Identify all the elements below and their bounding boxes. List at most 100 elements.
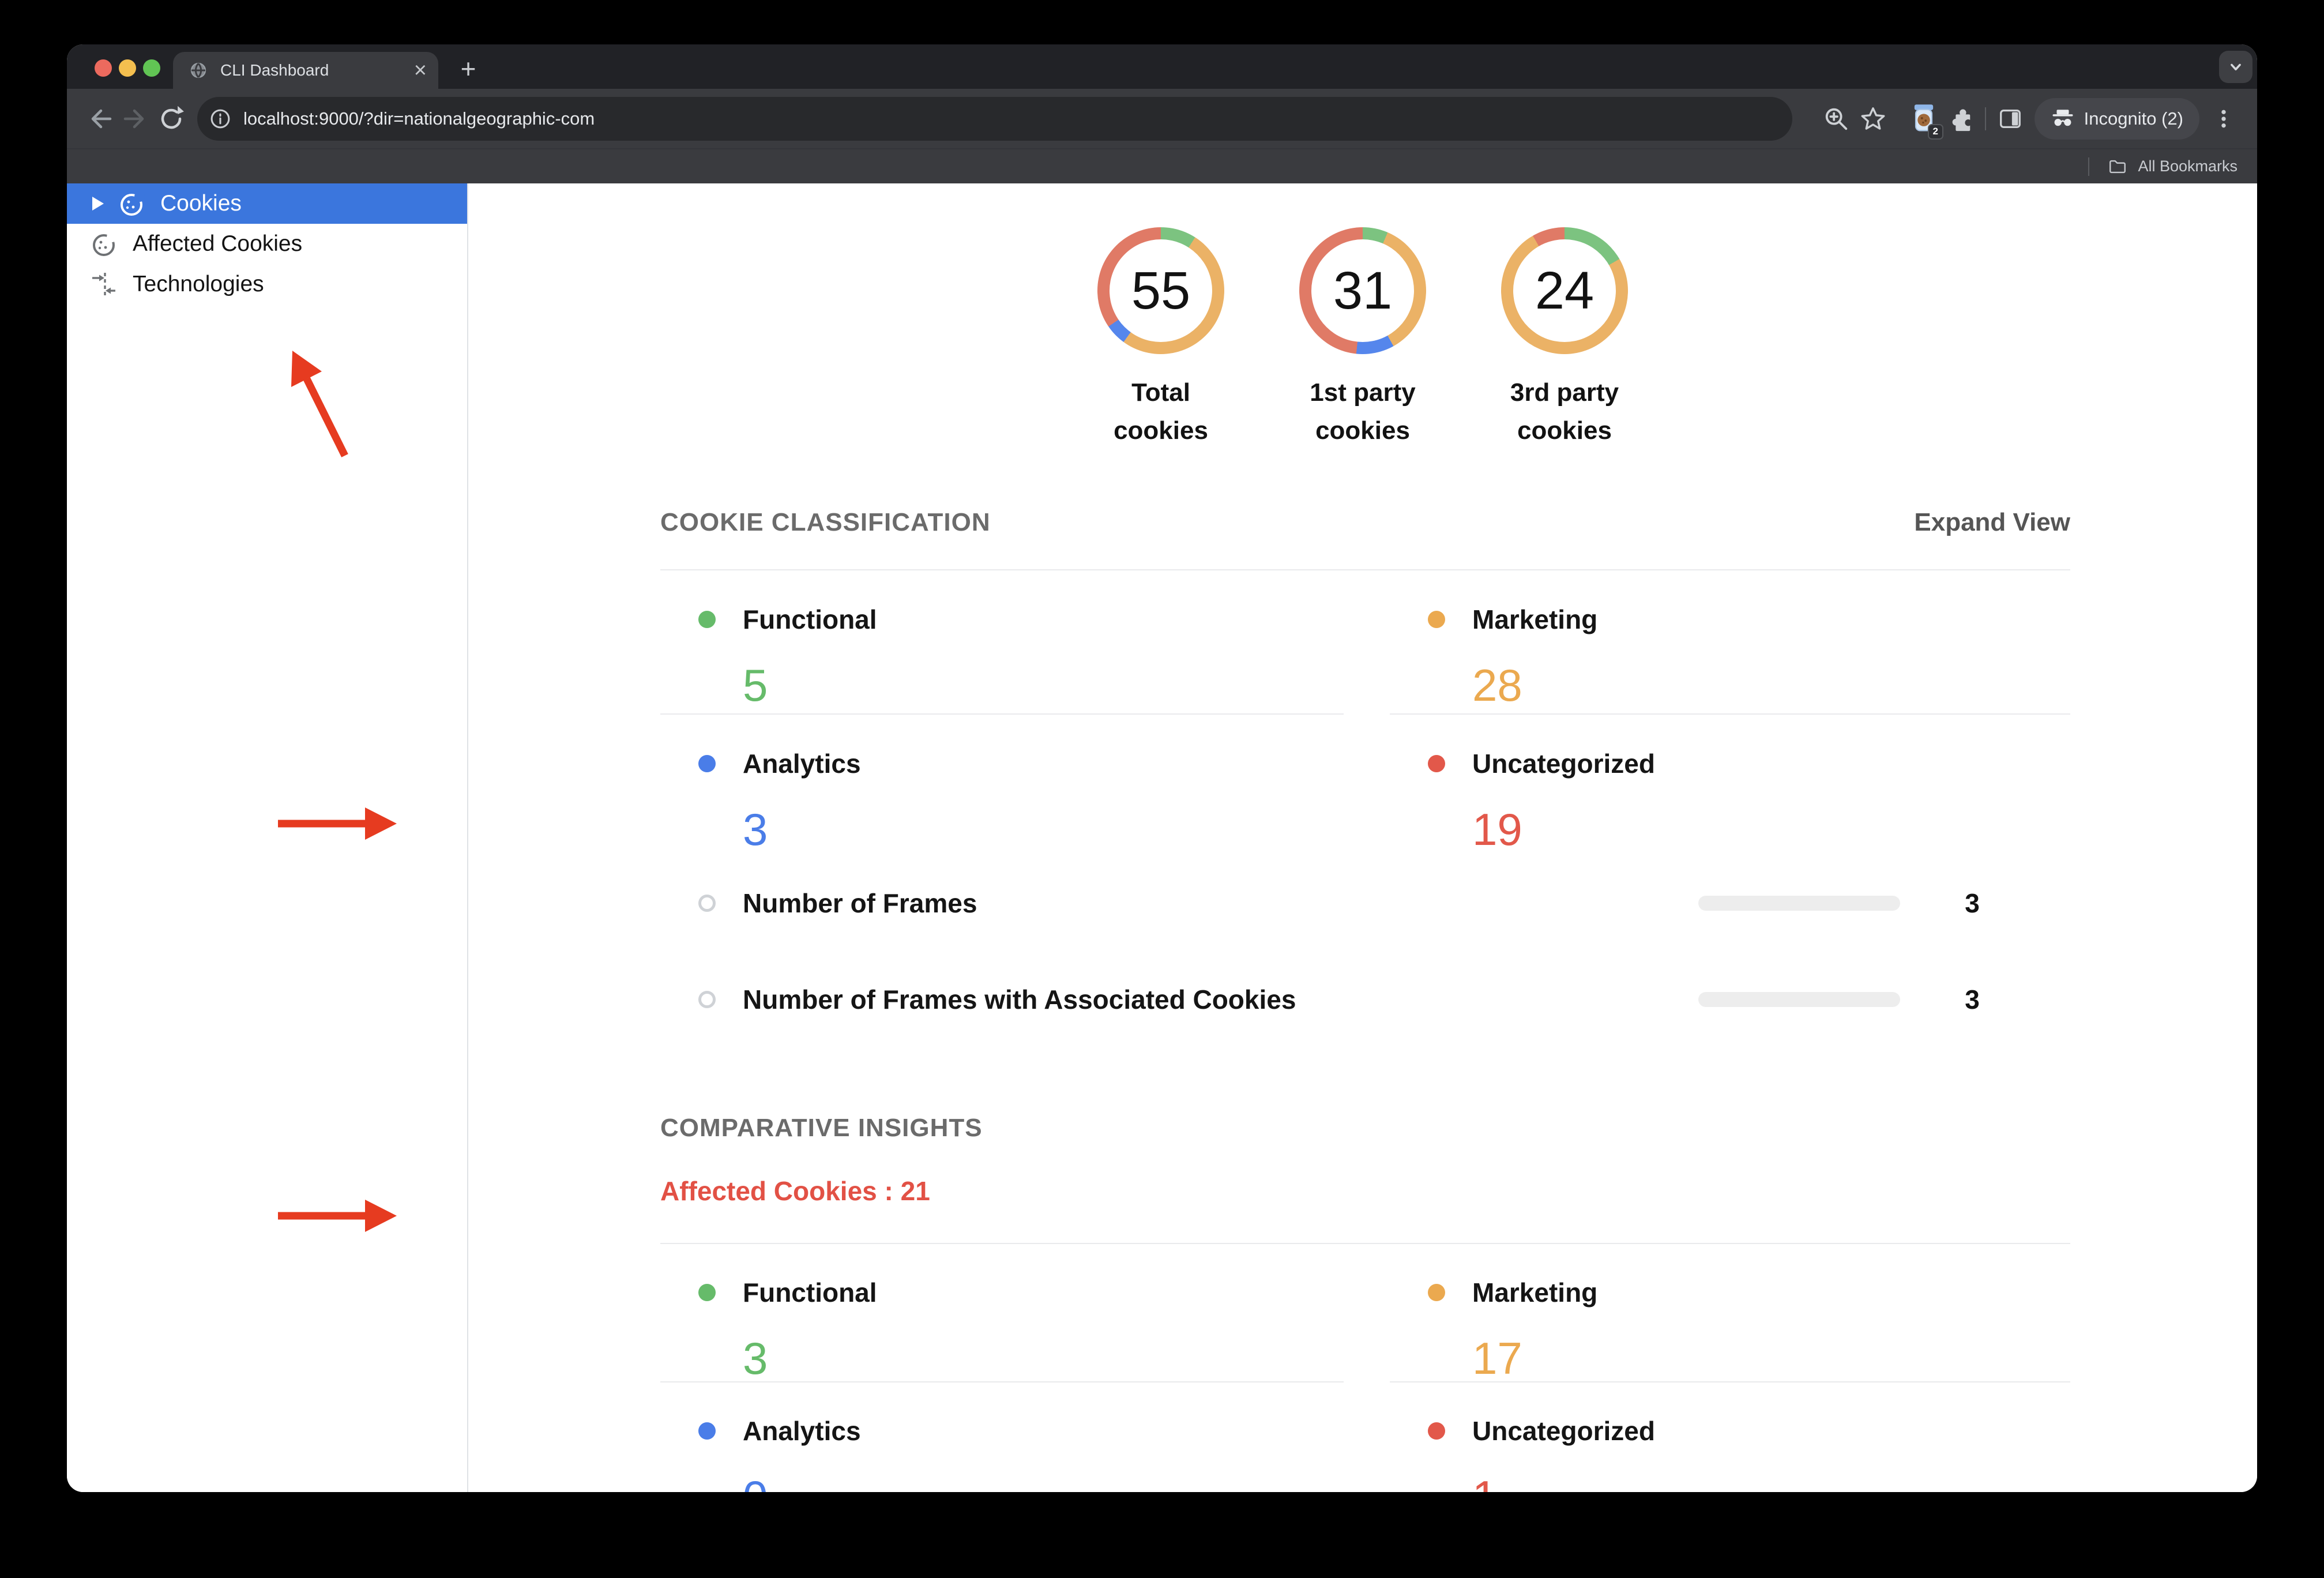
incognito-label: Incognito (2) bbox=[2084, 108, 2183, 129]
cookie-icon bbox=[89, 229, 119, 259]
annotation-arrow-right-comparative bbox=[271, 1193, 409, 1239]
side-panel-icon[interactable] bbox=[1992, 100, 2029, 137]
browser-tab[interactable]: CLI Dashboard × bbox=[173, 52, 438, 89]
category-label: Analytics bbox=[743, 749, 861, 779]
frames-label: Number of Frames with Associated Cookies bbox=[743, 985, 1296, 1015]
technologies-icon bbox=[89, 269, 119, 299]
classification-grid: Functional 5 Marketing 28 Analytics 3 Un… bbox=[660, 569, 2070, 859]
category-label: Analytics bbox=[743, 1416, 861, 1446]
window-controls[interactable] bbox=[95, 59, 160, 77]
category-value: 0 bbox=[743, 1471, 1344, 1492]
sidebar-item-label: Technologies bbox=[133, 272, 264, 296]
new-tab-button[interactable]: + bbox=[452, 52, 484, 85]
toolbar-divider bbox=[1984, 107, 1986, 130]
donut-label: 3rd party cookies bbox=[1510, 378, 1619, 445]
donut-label: 1st party cookies bbox=[1310, 378, 1416, 445]
incognito-badge[interactable]: Incognito (2) bbox=[2034, 97, 2199, 140]
category-dot bbox=[698, 1422, 716, 1440]
menu-kebab-icon[interactable] bbox=[2205, 100, 2242, 137]
cookie-extension-icon[interactable]: 2 bbox=[1905, 100, 1943, 140]
classification-title: COOKIE CLASSIFICATION bbox=[660, 508, 991, 536]
sidebar-item-technologies[interactable]: Technologies bbox=[67, 264, 467, 305]
frames-row: Number of Frames with Associated Cookies… bbox=[660, 965, 2070, 1034]
classification-cell-marketing: Marketing 28 bbox=[1390, 570, 2070, 715]
dashboard-panel: COOKIE CLASSIFICATION Expand View Functi… bbox=[660, 508, 2070, 1492]
donut-value: 31 bbox=[1311, 239, 1414, 342]
site-info-icon[interactable] bbox=[205, 104, 235, 134]
browser-window: CLI Dashboard × + localhost:9000/?dir=na… bbox=[67, 44, 2257, 1492]
frames-progress-bar bbox=[1698, 896, 1900, 911]
category-label: Uncategorized bbox=[1472, 749, 1655, 779]
close-window-button[interactable] bbox=[95, 59, 112, 77]
chevron-down-icon bbox=[2226, 57, 2246, 77]
address-bar[interactable]: localhost:9000/?dir=nationalgeographic-c… bbox=[197, 96, 1792, 141]
donut-chart: 55 bbox=[1097, 227, 1224, 354]
comparative-grid: Functional 3 Marketing 17 Analytics 0 bbox=[660, 1243, 2070, 1492]
classification-header: COOKIE CLASSIFICATION Expand View bbox=[660, 508, 2070, 537]
category-value: 19 bbox=[1472, 804, 1522, 855]
comparative-cell-analytics: Analytics 0 bbox=[660, 1382, 1344, 1492]
category-dot bbox=[698, 1284, 716, 1301]
bookmarks-bar: All Bookmarks bbox=[67, 148, 2257, 183]
donut-chart: 24 bbox=[1501, 227, 1628, 354]
category-value: 28 bbox=[1472, 660, 1522, 711]
category-label: Marketing bbox=[1472, 1278, 1598, 1308]
dashboard-main: 55 Total cookies 31 1st party cookies 24 bbox=[468, 183, 2257, 1492]
bookmark-star-icon[interactable] bbox=[1855, 100, 1891, 137]
category-value: 17 bbox=[1472, 1333, 1522, 1384]
reload-button[interactable] bbox=[153, 101, 189, 137]
category-dot bbox=[698, 611, 716, 628]
sidebar-item-label: Cookies bbox=[160, 191, 242, 216]
category-label: Uncategorized bbox=[1472, 1416, 1655, 1446]
comparative-cell-functional: Functional 3 bbox=[660, 1244, 1344, 1384]
ring-icon bbox=[698, 991, 716, 1008]
category-value: 5 bbox=[743, 660, 768, 711]
comparative-cell-uncategorized: Uncategorized 1 bbox=[1390, 1382, 2070, 1492]
category-dot bbox=[1428, 755, 1445, 772]
comparative-cell-marketing: Marketing 17 bbox=[1390, 1244, 2070, 1384]
url-text: localhost:9000/?dir=nationalgeographic-c… bbox=[243, 108, 595, 129]
classification-cell-functional: Functional 5 bbox=[660, 570, 1344, 715]
tab-close-icon[interactable]: × bbox=[414, 59, 427, 81]
category-dot bbox=[698, 755, 716, 772]
expand-view-link[interactable]: Expand View bbox=[1914, 508, 2070, 537]
category-label: Marketing bbox=[1472, 604, 1598, 634]
category-label: Functional bbox=[743, 604, 877, 634]
globe-favicon-icon bbox=[188, 60, 209, 81]
donut-summary-row: 55 Total cookies 31 1st party cookies 24 bbox=[468, 227, 2257, 450]
screenshot-root: CLI Dashboard × + localhost:9000/?dir=na… bbox=[0, 0, 2324, 1578]
tab-search-button[interactable] bbox=[2219, 51, 2252, 83]
classification-cell-uncategorized: Uncategorized 19 bbox=[1390, 715, 2070, 859]
back-button[interactable] bbox=[82, 101, 118, 137]
annotation-arrow-right-classification bbox=[271, 801, 409, 847]
category-value: 3 bbox=[743, 804, 768, 855]
ring-icon bbox=[698, 895, 716, 912]
frames-stats: Number of Frames 3 Number of Frames with… bbox=[660, 869, 2070, 1034]
extensions-puzzle-icon[interactable] bbox=[1942, 100, 1979, 137]
incognito-icon bbox=[2051, 107, 2075, 131]
fullscreen-window-button[interactable] bbox=[143, 59, 160, 77]
frames-value: 3 bbox=[1965, 985, 1980, 1015]
affected-cookies-count: Affected Cookies : 21 bbox=[660, 1176, 930, 1206]
donut-first-party-cookies: 31 1st party cookies bbox=[1288, 227, 1438, 450]
caret-right-icon[interactable] bbox=[92, 197, 104, 211]
minimize-window-button[interactable] bbox=[119, 59, 136, 77]
tab-strip: CLI Dashboard × + bbox=[67, 44, 2257, 89]
category-dot bbox=[1428, 1422, 1445, 1440]
annotation-arrow-up-left bbox=[271, 335, 369, 467]
category-value: 1 bbox=[1472, 1471, 2070, 1492]
zoom-icon[interactable] bbox=[1818, 100, 1855, 137]
category-dot bbox=[1428, 611, 1445, 628]
sidebar-item-cookies[interactable]: Cookies bbox=[67, 183, 467, 224]
sidebar-item-affected-cookies[interactable]: Affected Cookies bbox=[67, 224, 467, 264]
donut-chart: 31 bbox=[1299, 227, 1426, 354]
donut-third-party-cookies: 24 3rd party cookies bbox=[1490, 227, 1639, 450]
extension-badge: 2 bbox=[1927, 123, 1943, 140]
frames-label: Number of Frames bbox=[743, 888, 977, 918]
sidebar-item-label: Affected Cookies bbox=[133, 231, 303, 256]
forward-button[interactable] bbox=[118, 101, 153, 137]
all-bookmarks-label[interactable]: All Bookmarks bbox=[2138, 157, 2237, 175]
comparative-title: COMPARATIVE INSIGHTS bbox=[660, 1114, 983, 1142]
tab-title: CLI Dashboard bbox=[220, 61, 329, 79]
cookie-icon bbox=[116, 189, 146, 219]
